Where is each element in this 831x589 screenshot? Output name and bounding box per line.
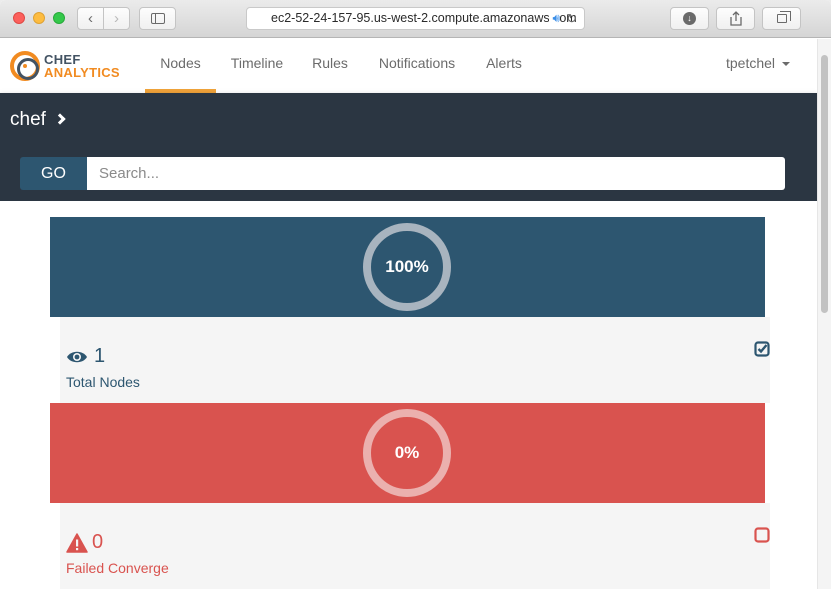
back-forward-group: ‹ › [77,7,130,30]
search-input[interactable] [87,157,785,190]
node-summary: 100% 1 Total Nodes 0% 0 Failed Converge [0,201,817,589]
caret-down-icon [782,62,791,67]
user-menu[interactable]: tpetchel [726,39,791,87]
url-text: ec2-52-24-157-95.us-west-2.compute.amazo… [271,11,577,25]
nav-timeline[interactable]: Timeline [223,39,291,93]
failed-converge-count: 0 [92,531,104,553]
address-bar[interactable]: ec2-52-24-157-95.us-west-2.compute.amazo… [246,7,585,30]
nav-rules[interactable]: Rules [306,39,354,93]
org-search-bar: chef GO [0,93,817,201]
warning-icon [66,532,88,553]
title-bar: ‹ › ec2-52-24-157-95.us-west-2.compute.a… [0,0,831,38]
chef-analytics-logo[interactable]: CHEF ANALYTICS [10,51,120,81]
browser-window: ‹ › ec2-52-24-157-95.us-west-2.compute.a… [0,0,831,589]
download-icon: ↓ [683,12,696,25]
share-button[interactable] [716,7,755,30]
sidebar-icon [150,13,165,24]
percent-ring: 100% [363,223,451,311]
breadcrumb-org[interactable]: chef [10,109,46,131]
eye-icon [67,351,87,362]
total-nodes-label: Total Nodes [66,374,140,390]
user-name: tpetchel [726,55,776,71]
nav-alerts[interactable]: Alerts [480,39,528,93]
failed-converge-label: Failed Converge [66,560,169,576]
total-nodes-count: 1 [94,345,106,367]
nav-nodes[interactable]: Nodes [145,39,216,93]
forward-icon[interactable]: › [103,8,129,29]
back-icon[interactable]: ‹ [78,8,103,29]
audio-icon[interactable]: 🔊︎ [549,8,560,29]
top-navigation: CHEF ANALYTICS Nodes Timeline Rules Noti… [0,39,817,93]
chevron-right-icon[interactable] [54,113,66,125]
checkbox-checked-icon[interactable] [754,341,770,357]
logo-line-2: ANALYTICS [44,65,120,80]
chef-logo-icon [10,51,40,81]
page-viewport: CHEF ANALYTICS Nodes Timeline Rules Noti… [0,39,831,589]
go-button[interactable]: GO [20,157,87,190]
minimize-window-button[interactable] [33,12,45,24]
show-tabs-button[interactable] [762,7,801,30]
share-icon [729,11,742,26]
scrollbar-thumb[interactable] [821,55,828,313]
total-nodes-card-header: 100% [50,217,765,317]
close-window-button[interactable] [13,12,25,24]
tabs-icon [776,11,791,23]
percent-ring: 0% [363,409,451,497]
failed-converge-card-header: 0% [50,403,765,503]
checkbox-unchecked-icon[interactable] [754,527,770,543]
nav-notifications[interactable]: Notifications [370,39,464,93]
vertical-scrollbar[interactable] [817,39,831,589]
downloads-button[interactable]: ↓ [670,7,709,30]
total-nodes-card: 1 Total Nodes [60,317,770,403]
sidebar-toggle-button[interactable] [139,7,176,30]
reload-icon[interactable]: ↻ [566,8,577,29]
failed-converge-card: 0 Failed Converge [60,503,770,589]
zoom-window-button[interactable] [53,12,65,24]
